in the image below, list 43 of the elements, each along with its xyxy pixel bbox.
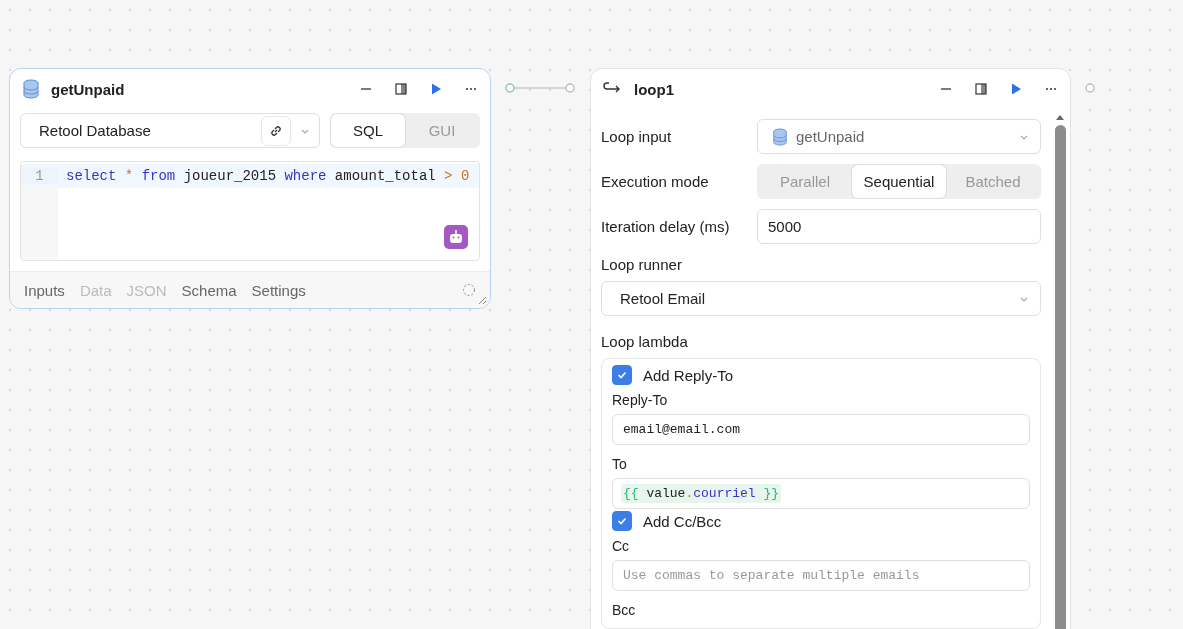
database-icon — [772, 127, 788, 146]
side-panel-icon[interactable] — [394, 82, 408, 96]
checkmark-icon — [616, 515, 628, 527]
checkbox-label: Add Reply-To — [643, 366, 734, 384]
iteration-delay-field[interactable]: 5000 — [757, 209, 1041, 244]
code-editor[interactable]: 1 select * from joueur_2015 where amount_total > 0 — [20, 161, 480, 261]
email-field[interactable]: Use commas to separate multiple emails — [612, 560, 1030, 591]
robot-icon[interactable] — [444, 225, 468, 249]
checkmark-icon — [616, 369, 628, 381]
loop-input-select[interactable]: getUnpaid — [757, 119, 1041, 154]
template-field[interactable]: {{ value.courriel }} — [612, 478, 1030, 509]
execution-mode-option[interactable]: Sequential — [852, 165, 946, 198]
database-icon — [22, 79, 40, 99]
code-line: select * from joueur_2015 where amount_total > 0 — [65, 168, 470, 184]
play-icon[interactable] — [1009, 82, 1023, 96]
mode-tab[interactable]: SQL — [331, 114, 405, 147]
field-label: Execution mode — [601, 173, 710, 190]
panel-tab[interactable]: Inputs — [24, 281, 65, 299]
field-label: Bcc — [612, 602, 637, 618]
play-icon[interactable] — [429, 82, 443, 96]
field-label: To — [612, 456, 628, 472]
link-icon[interactable] — [269, 123, 283, 138]
field-label: Loop input — [601, 128, 673, 145]
field-label: Iteration delay (ms) — [601, 218, 731, 235]
resize-handle-icon[interactable] — [477, 295, 487, 305]
panel-tab[interactable]: Settings — [251, 281, 306, 299]
checkbox-label: Add Cc/Bcc — [643, 512, 722, 530]
node-title: loop1 — [634, 80, 674, 98]
field-label: Loop lambda — [601, 333, 689, 350]
resource-select[interactable]: Retool Database — [20, 113, 320, 148]
field-label: Reply-To — [612, 392, 669, 408]
checkbox[interactable] — [612, 365, 632, 385]
email-field[interactable]: email@email.com — [612, 414, 1030, 445]
line-gutter — [21, 188, 58, 260]
loop-runner-select[interactable]: Retool Email — [601, 281, 1041, 316]
scroll-up-icon[interactable] — [1055, 113, 1065, 121]
panel-tab[interactable]: Schema — [181, 281, 237, 299]
field-label: Loop runner — [601, 256, 683, 273]
loading-spinner-icon — [462, 283, 476, 297]
checkbox[interactable] — [612, 511, 632, 531]
side-panel-icon[interactable] — [974, 82, 988, 96]
node-title: getUnpaid — [51, 80, 125, 98]
field-label: Cc — [612, 538, 631, 554]
